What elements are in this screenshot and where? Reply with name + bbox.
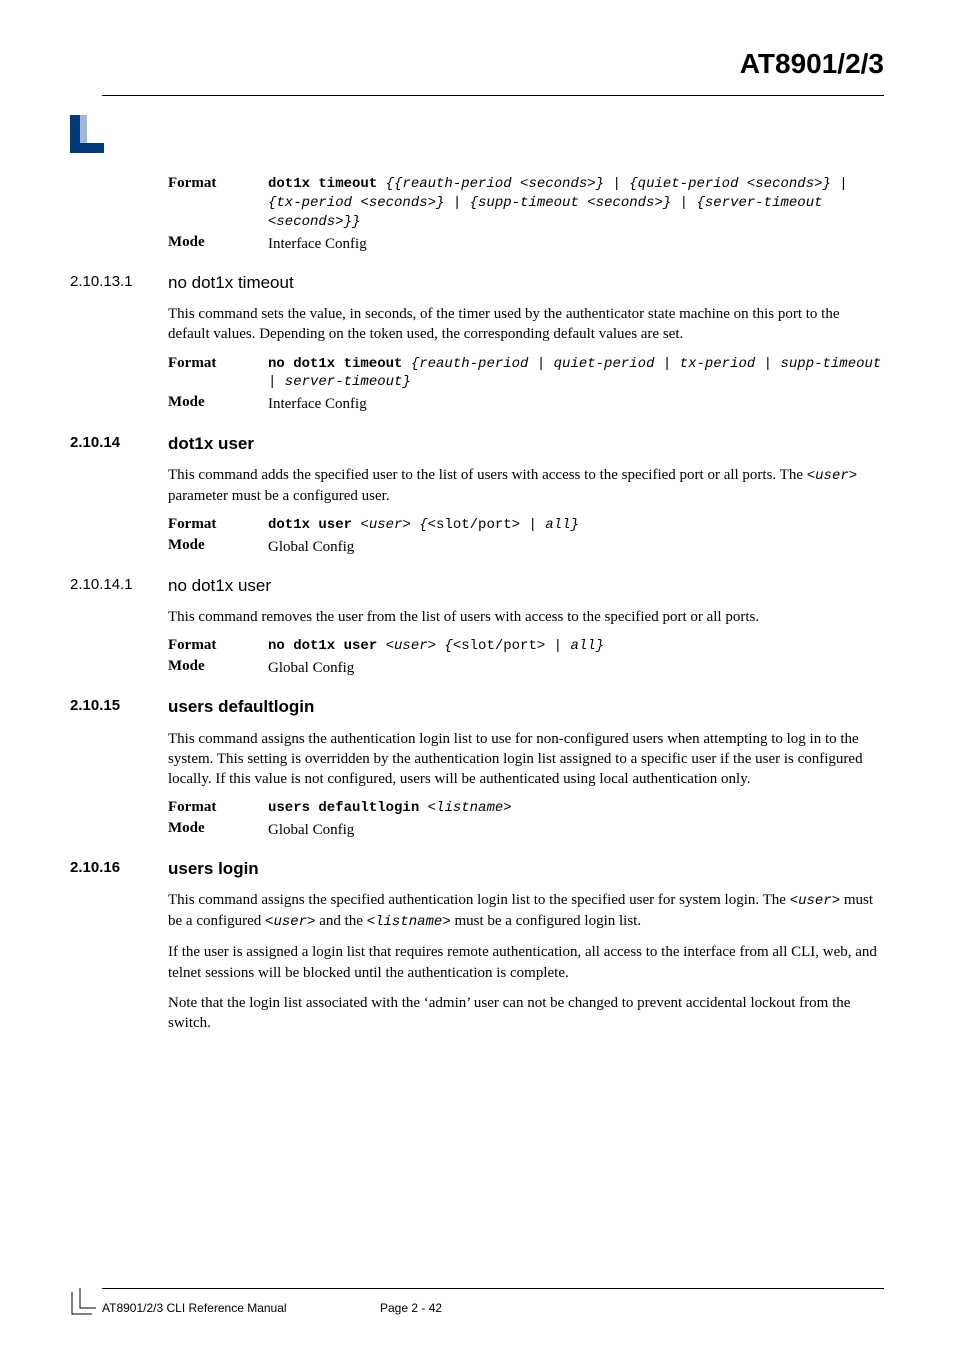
inline-code: <user>: [807, 468, 857, 484]
footer-bracket-icon: [68, 1286, 98, 1321]
cmd-mid: slot/port: [436, 517, 512, 533]
format-value: users defaultlogin <listname>: [268, 799, 512, 818]
text: This command assigns the specified authe…: [168, 892, 790, 908]
paragraph: This command adds the specified user to …: [168, 465, 884, 506]
brand-logo-icon: [70, 115, 104, 153]
section-title: users login: [168, 858, 259, 880]
format-value: dot1x timeout {{reauth-period <seconds>}…: [268, 175, 884, 232]
section-number: 2.10.15: [70, 696, 168, 716]
paragraph: This command sets the value, in seconds,…: [168, 304, 884, 345]
mode-label: Mode: [168, 658, 268, 675]
paragraph: Note that the login list associated with…: [168, 993, 884, 1034]
mode-value: Interface Config: [268, 234, 367, 254]
mode-value: Global Config: [268, 658, 354, 678]
mode-label: Mode: [168, 234, 268, 251]
mode-value: Interface Config: [268, 394, 367, 414]
mode-value: Global Config: [268, 537, 354, 557]
cmd-args: > | all}: [512, 517, 579, 533]
inline-code: <user>: [790, 893, 840, 909]
format-label: Format: [168, 516, 268, 533]
paragraph: This command assigns the authentication …: [168, 729, 884, 790]
inline-code: <user>: [265, 914, 315, 930]
text: must be a configured login list.: [451, 913, 641, 929]
footer-page-number: Page 2 - 42: [380, 1301, 442, 1315]
cmd-mid: slot/port: [461, 638, 537, 654]
mode-label: Mode: [168, 537, 268, 554]
section-title: dot1x user: [168, 433, 254, 455]
section-title: no dot1x timeout: [168, 272, 294, 294]
format-value: dot1x user <user> {<slot/port> | all}: [268, 516, 579, 535]
inline-code: <listname>: [367, 914, 451, 930]
cmd-text: no dot1x timeout: [268, 356, 411, 372]
cmd-text: dot1x timeout: [268, 176, 386, 192]
header-rule: [102, 95, 884, 96]
cmd-args: > | all}: [537, 638, 604, 654]
cmd-text: no dot1x user: [268, 638, 386, 654]
text: parameter must be a configured user.: [168, 488, 390, 504]
section-number: 2.10.13.1: [70, 272, 168, 292]
footer-manual-name: AT8901/2/3 CLI Reference Manual: [102, 1301, 287, 1315]
section-number: 2.10.14: [70, 433, 168, 453]
section-number: 2.10.16: [70, 858, 168, 878]
mode-label: Mode: [168, 394, 268, 411]
cmd-args: <user> {<: [386, 638, 462, 654]
paragraph: This command removes the user from the l…: [168, 607, 884, 627]
format-label: Format: [168, 799, 268, 816]
text: This command adds the specified user to …: [168, 467, 807, 483]
paragraph: If the user is assigned a login list tha…: [168, 942, 884, 983]
mode-label: Mode: [168, 820, 268, 837]
section-title: no dot1x user: [168, 575, 271, 597]
section-title: users defaultlogin: [168, 696, 314, 718]
paragraph: This command assigns the specified authe…: [168, 890, 884, 932]
mode-value: Global Config: [268, 820, 354, 840]
section-number: 2.10.14.1: [70, 575, 168, 595]
format-value: no dot1x user <user> {<slot/port> | all}: [268, 637, 604, 656]
cmd-args: <listname>: [428, 800, 512, 816]
format-label: Format: [168, 175, 268, 192]
cmd-text: users defaultlogin: [268, 800, 428, 816]
format-label: Format: [168, 637, 268, 654]
cmd-args: <user> {<: [360, 517, 436, 533]
footer-rule: [102, 1288, 884, 1289]
text: and the: [315, 913, 366, 929]
format-label: Format: [168, 355, 268, 372]
format-value: no dot1x timeout {reauth-period | quiet-…: [268, 355, 884, 393]
page-title: AT8901/2/3: [740, 48, 884, 80]
cmd-text: dot1x user: [268, 517, 360, 533]
